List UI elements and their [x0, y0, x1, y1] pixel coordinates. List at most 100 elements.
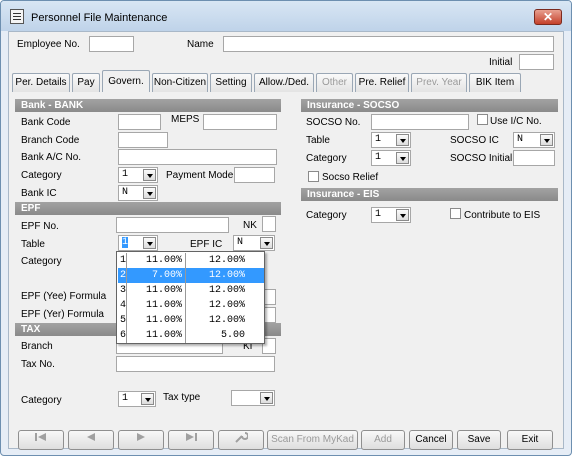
eis-category-select[interactable]: 1	[371, 207, 411, 223]
socso-relief-checkbox[interactable]	[308, 171, 319, 182]
tools-button[interactable]	[218, 430, 264, 450]
meps-input[interactable]	[203, 114, 277, 130]
bank-category-select[interactable]: 1	[118, 167, 158, 183]
epf-table-select[interactable]: 1	[118, 235, 158, 251]
epf-yee-formula-label: EPF (Yee) Formula	[21, 291, 107, 302]
scan-mykad-button[interactable]: Scan From MyKad	[267, 430, 358, 450]
socso-ic-value: N	[517, 134, 524, 145]
socso-section-header: Insurance - SOCSO	[301, 99, 558, 112]
title-bar: Personnel File Maintenance ✕	[1, 1, 571, 31]
bank-ic-select[interactable]: N	[118, 185, 158, 201]
tab-allow-ded[interactable]: Allow./Ded.	[254, 73, 314, 92]
dropdown-option[interactable]: 6 11.00% 5.00	[118, 328, 264, 343]
nk-label: NK	[243, 220, 257, 231]
dropdown-option[interactable]: 1 11.00% 12.00%	[118, 253, 264, 268]
first-record-button[interactable]	[18, 430, 64, 450]
socso-no-input[interactable]	[371, 114, 469, 130]
option-yee-rate: 11.00%	[126, 283, 186, 298]
chevron-down-icon[interactable]	[143, 169, 156, 181]
bank-ic-label: Bank IC	[21, 188, 57, 199]
dropdown-option[interactable]: 5 11.00% 12.00%	[118, 313, 264, 328]
epf-ic-label: EPF IC	[190, 239, 223, 250]
socso-ic-label: SOCSO IC	[450, 135, 499, 146]
bank-section-header: Bank - BANK	[15, 99, 281, 112]
epf-no-label: EPF No.	[21, 221, 59, 232]
cancel-button[interactable]: Cancel	[409, 430, 453, 450]
tab-prev-year[interactable]: Prev. Year	[411, 73, 467, 92]
payment-mode-input[interactable]	[234, 167, 275, 183]
chevron-down-icon[interactable]	[396, 134, 409, 146]
skip-last-icon	[186, 433, 197, 441]
chevron-down-icon[interactable]	[143, 187, 156, 199]
close-button[interactable]: ✕	[534, 9, 562, 25]
socso-ic-select[interactable]: N	[513, 132, 555, 148]
save-button[interactable]: Save	[457, 430, 501, 450]
tab-bik-item[interactable]: BIK Item	[469, 73, 521, 92]
option-yee-rate: 7.00%	[126, 268, 186, 283]
last-record-button[interactable]	[168, 430, 214, 450]
chevron-down-icon[interactable]	[260, 392, 273, 404]
socso-category-value: 1	[375, 152, 382, 163]
previous-record-button[interactable]	[68, 430, 114, 450]
add-button[interactable]: Add	[361, 430, 405, 450]
dropdown-option-selected[interactable]: 2 7.00% 12.00%	[118, 268, 264, 283]
tab-non-citizen[interactable]: Non-Citizen	[152, 73, 208, 92]
name-label: Name	[187, 39, 214, 50]
name-input[interactable]	[223, 36, 554, 52]
bank-ac-label: Bank A/C No.	[21, 152, 82, 163]
chevron-down-icon[interactable]	[396, 152, 409, 164]
epf-table-dropdown-list[interactable]: 1 11.00% 12.00% 2 7.00% 12.00% 3 11.00% 12.00%…	[116, 251, 265, 344]
socso-relief-label: Socso Relief	[322, 172, 379, 183]
tax-type-label: Tax type	[163, 392, 201, 403]
chevron-down-icon[interactable]	[143, 237, 156, 249]
dropdown-option[interactable]: 3 11.00% 12.00%	[118, 283, 264, 298]
branch-code-input[interactable]	[118, 132, 168, 148]
meps-label: MEPS	[171, 114, 200, 125]
tab-other[interactable]: Other	[316, 73, 353, 92]
chevron-down-icon[interactable]	[396, 209, 409, 221]
socso-initial-label: SOCSO Initial	[450, 153, 513, 164]
option-yer-rate: 12.00%	[208, 270, 245, 281]
client-area	[8, 31, 564, 449]
contribute-eis-label: Contribute to EIS	[464, 210, 541, 221]
tab-govern[interactable]: Govern.	[102, 70, 150, 92]
bank-category-label: Category	[21, 170, 62, 181]
option-yee-rate: 11.00%	[126, 328, 186, 343]
branch-code-label: Branch Code	[21, 135, 80, 146]
contribute-eis-checkbox[interactable]	[450, 208, 461, 219]
next-record-button[interactable]	[118, 430, 164, 450]
tax-category-select[interactable]: 1	[118, 391, 156, 407]
epf-no-input[interactable]	[116, 217, 229, 233]
tab-pre-relief[interactable]: Pre. Relief	[355, 73, 409, 92]
tab-pay[interactable]: Pay	[72, 73, 100, 92]
dropdown-option[interactable]: 4 11.00% 12.00%	[118, 298, 264, 313]
socso-table-select[interactable]: 1	[371, 132, 411, 148]
option-yee-rate: 11.00%	[126, 313, 186, 328]
use-ic-checkbox[interactable]	[477, 114, 488, 125]
bank-code-input[interactable]	[118, 114, 161, 130]
eis-category-label: Category	[306, 210, 347, 221]
option-yee-rate: 11.00%	[126, 298, 186, 313]
socso-category-select[interactable]: 1	[371, 150, 411, 166]
chevron-down-icon[interactable]	[141, 393, 154, 405]
tax-no-input[interactable]	[116, 356, 275, 372]
epf-table-label: Table	[21, 239, 45, 250]
employee-no-input[interactable]	[89, 36, 134, 52]
tab-setting[interactable]: Setting	[210, 73, 252, 92]
window-title: Personnel File Maintenance	[31, 12, 168, 24]
socso-initial-input[interactable]	[513, 150, 555, 166]
bank-ac-input[interactable]	[118, 149, 277, 165]
epf-ic-value: N	[237, 237, 244, 248]
exit-button[interactable]: Exit	[507, 430, 553, 450]
chevron-down-icon[interactable]	[540, 134, 553, 146]
chevron-down-icon[interactable]	[260, 237, 273, 249]
nk-input[interactable]	[262, 216, 276, 232]
initial-label: Initial	[489, 57, 513, 68]
eis-section-header: Insurance - EIS	[301, 188, 558, 201]
epf-table-value: 1	[122, 237, 129, 248]
epf-category-label: Category	[21, 256, 62, 267]
epf-ic-select[interactable]: N	[233, 235, 275, 251]
tab-per-details[interactable]: Per. Details	[12, 73, 70, 92]
tax-type-select[interactable]	[231, 390, 275, 406]
initial-input[interactable]	[519, 54, 554, 70]
